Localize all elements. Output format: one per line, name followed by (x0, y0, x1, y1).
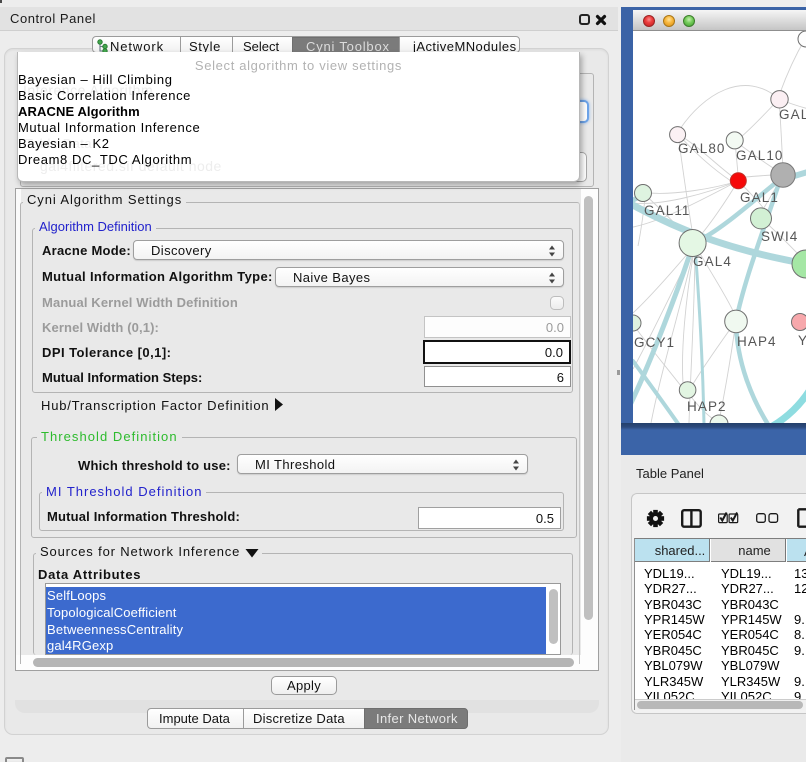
svg-text:GCY1: GCY1 (634, 335, 675, 350)
svg-text:Y: Y (798, 333, 806, 348)
svg-text:GAL1: GAL1 (740, 190, 779, 205)
svg-text:HAP2: HAP2 (687, 399, 727, 414)
svg-text:GAL4: GAL4 (693, 254, 732, 269)
svg-text:SWI4: SWI4 (761, 229, 798, 244)
svg-text:GAL: GAL (779, 107, 806, 122)
svg-text:GAL10: GAL10 (736, 148, 784, 163)
svg-text:GAL11: GAL11 (644, 203, 691, 218)
svg-text:HAP4: HAP4 (737, 334, 777, 349)
svg-text:GAL80: GAL80 (678, 141, 726, 156)
